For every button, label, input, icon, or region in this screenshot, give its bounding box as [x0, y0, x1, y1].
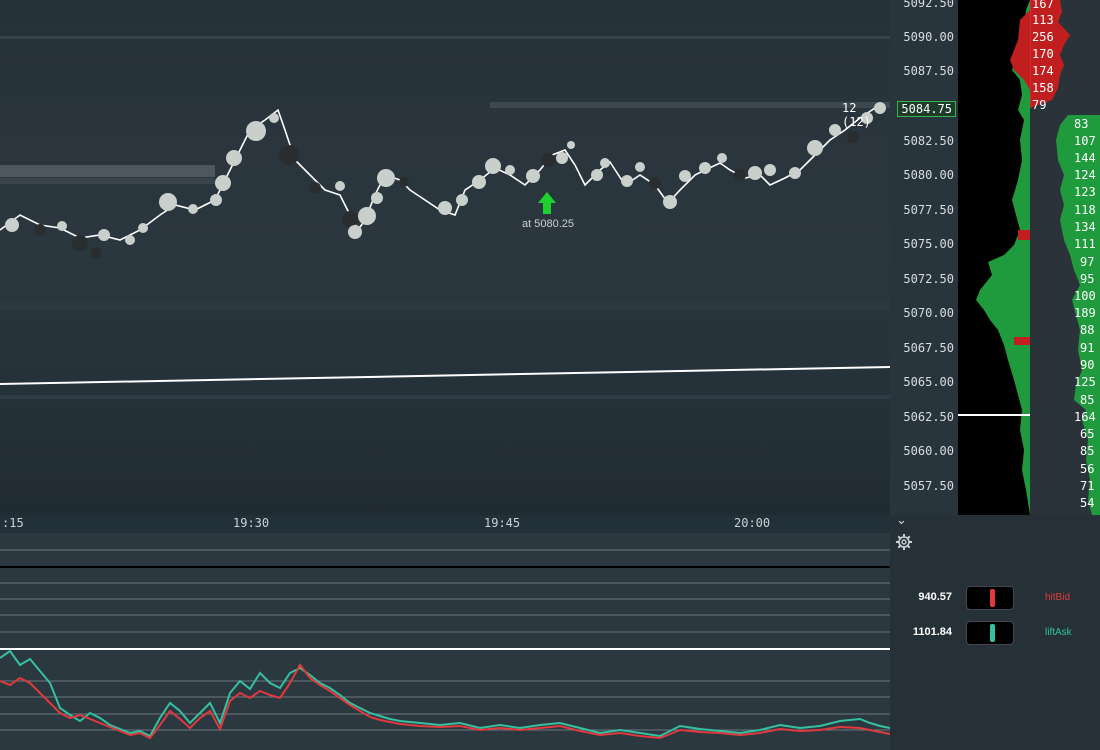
time-tick: 20:00	[734, 516, 771, 530]
bid-size: 95	[1080, 272, 1095, 286]
price-tick: 5057.50	[903, 479, 954, 493]
bid-size: 111	[1074, 237, 1096, 251]
liquidity-band	[0, 165, 215, 177]
ask-size: 256	[1032, 30, 1054, 44]
price-tick: 5077.50	[903, 203, 954, 217]
bid-size: 91	[1080, 341, 1095, 355]
volume-profile	[958, 0, 1030, 515]
indicator-row-hitBid[interactable]: 940.57 hitBid	[900, 586, 1095, 610]
gear-icon[interactable]	[895, 533, 913, 551]
price-tick: 5062.50	[903, 410, 954, 424]
volume-profile-ask	[1014, 337, 1030, 345]
indicator-panel[interactable]	[0, 533, 890, 750]
time-tick: 19:30	[233, 516, 270, 530]
ask-size: 158	[1032, 81, 1054, 95]
bid-size: 71	[1080, 479, 1095, 493]
price-tick: 5065.00	[903, 375, 954, 389]
buy-arrow-icon[interactable]	[538, 192, 556, 214]
liquidity-band	[0, 300, 890, 310]
price-tick: 5092.50	[903, 0, 954, 10]
indicator-color-bar	[990, 589, 995, 607]
bid-size: 123	[1074, 185, 1096, 199]
ask-size: 167	[1032, 0, 1054, 11]
bid-size: 125	[1074, 375, 1096, 389]
bid-size: 100	[1074, 289, 1096, 303]
indicator-row-liftAsk[interactable]: 1101.84 liftAsk	[900, 621, 1095, 645]
bid-size: 189	[1074, 306, 1096, 320]
ask-size: 170	[1032, 47, 1054, 61]
vwap-line	[0, 366, 890, 385]
indicator-swatch[interactable]	[966, 586, 1014, 610]
indicator-label: hitBid	[1045, 592, 1071, 603]
indicator-svg	[0, 549, 890, 740]
bid-size: 90	[1080, 358, 1095, 372]
bid-size: 107	[1074, 134, 1096, 148]
ask-size: 113	[1032, 13, 1054, 27]
price-tick: 5087.50	[903, 64, 954, 78]
indicator-label: liftAsk	[1045, 627, 1072, 638]
indicator-value: 940.57	[918, 591, 952, 603]
indicator-value: 1101.84	[912, 626, 952, 638]
heatmap-svg	[0, 36, 890, 399]
bid-size: 97	[1080, 255, 1095, 269]
heatmap-chart[interactable]: at 5080.25 12 (12)	[0, 0, 890, 515]
ask-size: 174	[1032, 64, 1054, 78]
price-tick: 5072.50	[903, 272, 954, 286]
bid-size: 134	[1074, 220, 1096, 234]
price-tick: 5082.50	[903, 134, 954, 148]
price-tick: 5075.00	[903, 237, 954, 251]
bid-size: 88	[1080, 323, 1095, 337]
bid-size: 124	[1074, 168, 1096, 182]
trade-marker-label: at 5080.25	[522, 218, 574, 230]
volume-profile-ask	[1018, 230, 1030, 240]
bid-size: 83	[1074, 117, 1089, 131]
bid-size: 56	[1080, 462, 1095, 476]
liftAsk-line	[0, 649, 890, 738]
price-tick: 5090.00	[903, 30, 954, 44]
order-book[interactable]: 167 113 256 170 174 158 79 83 107 144 12…	[1030, 0, 1100, 515]
bid-size: 118	[1074, 203, 1096, 217]
bid-size: 65	[1080, 427, 1095, 441]
time-axis[interactable]: :15 19:30 19:45 20:00	[0, 515, 890, 533]
liquidity-band	[490, 102, 890, 108]
current-price-label: 5084.75	[897, 101, 956, 117]
time-tick: :15	[2, 516, 24, 530]
bid-size: 54	[1080, 496, 1095, 510]
price-tick: 5070.00	[903, 306, 954, 320]
price-axis[interactable]: 5092.50 5090.00 5087.50 5084.75 5082.50 …	[890, 0, 958, 515]
hitBid-line	[0, 663, 890, 740]
indicator-gridlines	[0, 549, 890, 731]
price-tick: 5060.00	[903, 444, 954, 458]
ask-size: 79	[1032, 98, 1047, 112]
bid-size: 85	[1080, 393, 1095, 407]
time-tick: 19:45	[484, 516, 521, 530]
volume-profile-svg	[958, 0, 1030, 515]
liquidity-band	[0, 36, 890, 39]
bid-size: 85	[1080, 444, 1095, 458]
liquidity-band	[0, 178, 215, 184]
price-tick: 5080.00	[903, 168, 954, 182]
liquidity-band	[0, 395, 890, 399]
price-tick: 5067.50	[903, 341, 954, 355]
indicator-swatch[interactable]	[966, 621, 1014, 645]
chevron-down-icon[interactable]: ⌄	[896, 512, 907, 528]
indicator-color-bar	[990, 624, 995, 642]
bid-size: 144	[1074, 151, 1096, 165]
bid-size: 164	[1074, 410, 1096, 424]
trade-size-label: 12 (12)	[842, 101, 871, 129]
